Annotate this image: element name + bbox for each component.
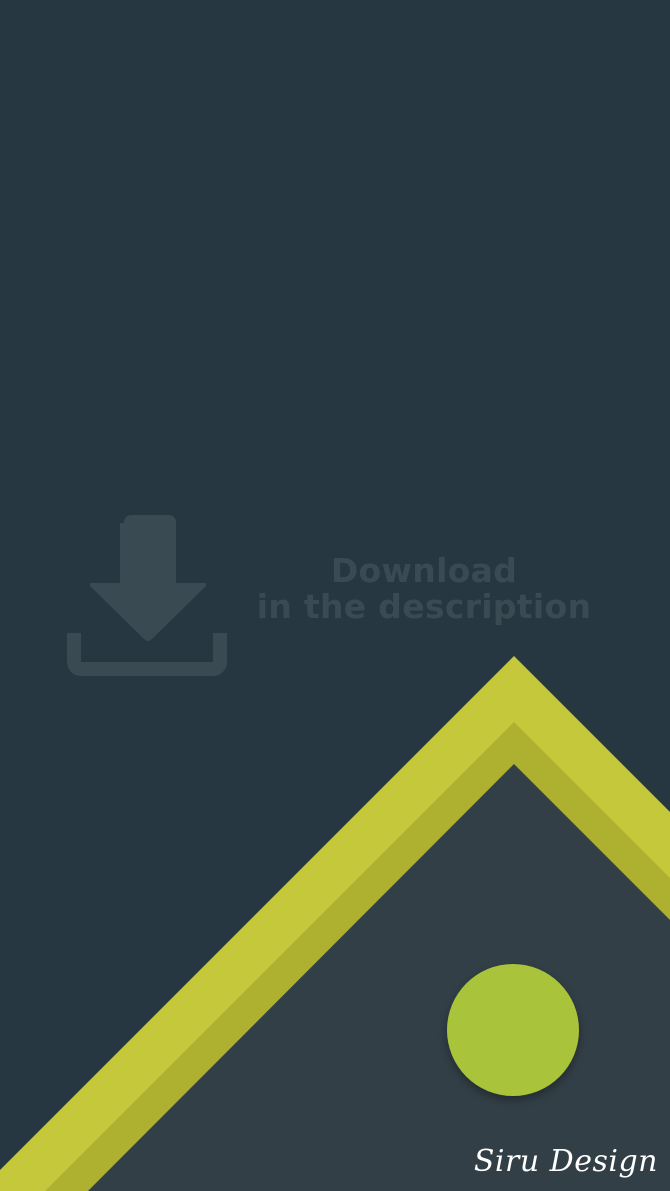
watermark-text: Download in the description: [242, 553, 606, 625]
signature: Siru Design: [473, 1144, 658, 1179]
accent-circle: [447, 964, 579, 1096]
wallpaper-canvas: Download in the description Siru Design: [0, 0, 670, 1191]
watermark-line-2: in the description: [256, 587, 592, 626]
download-icon: [67, 515, 227, 676]
watermark-line-1: Download: [330, 551, 518, 590]
download-watermark: Download in the description: [66, 515, 606, 680]
